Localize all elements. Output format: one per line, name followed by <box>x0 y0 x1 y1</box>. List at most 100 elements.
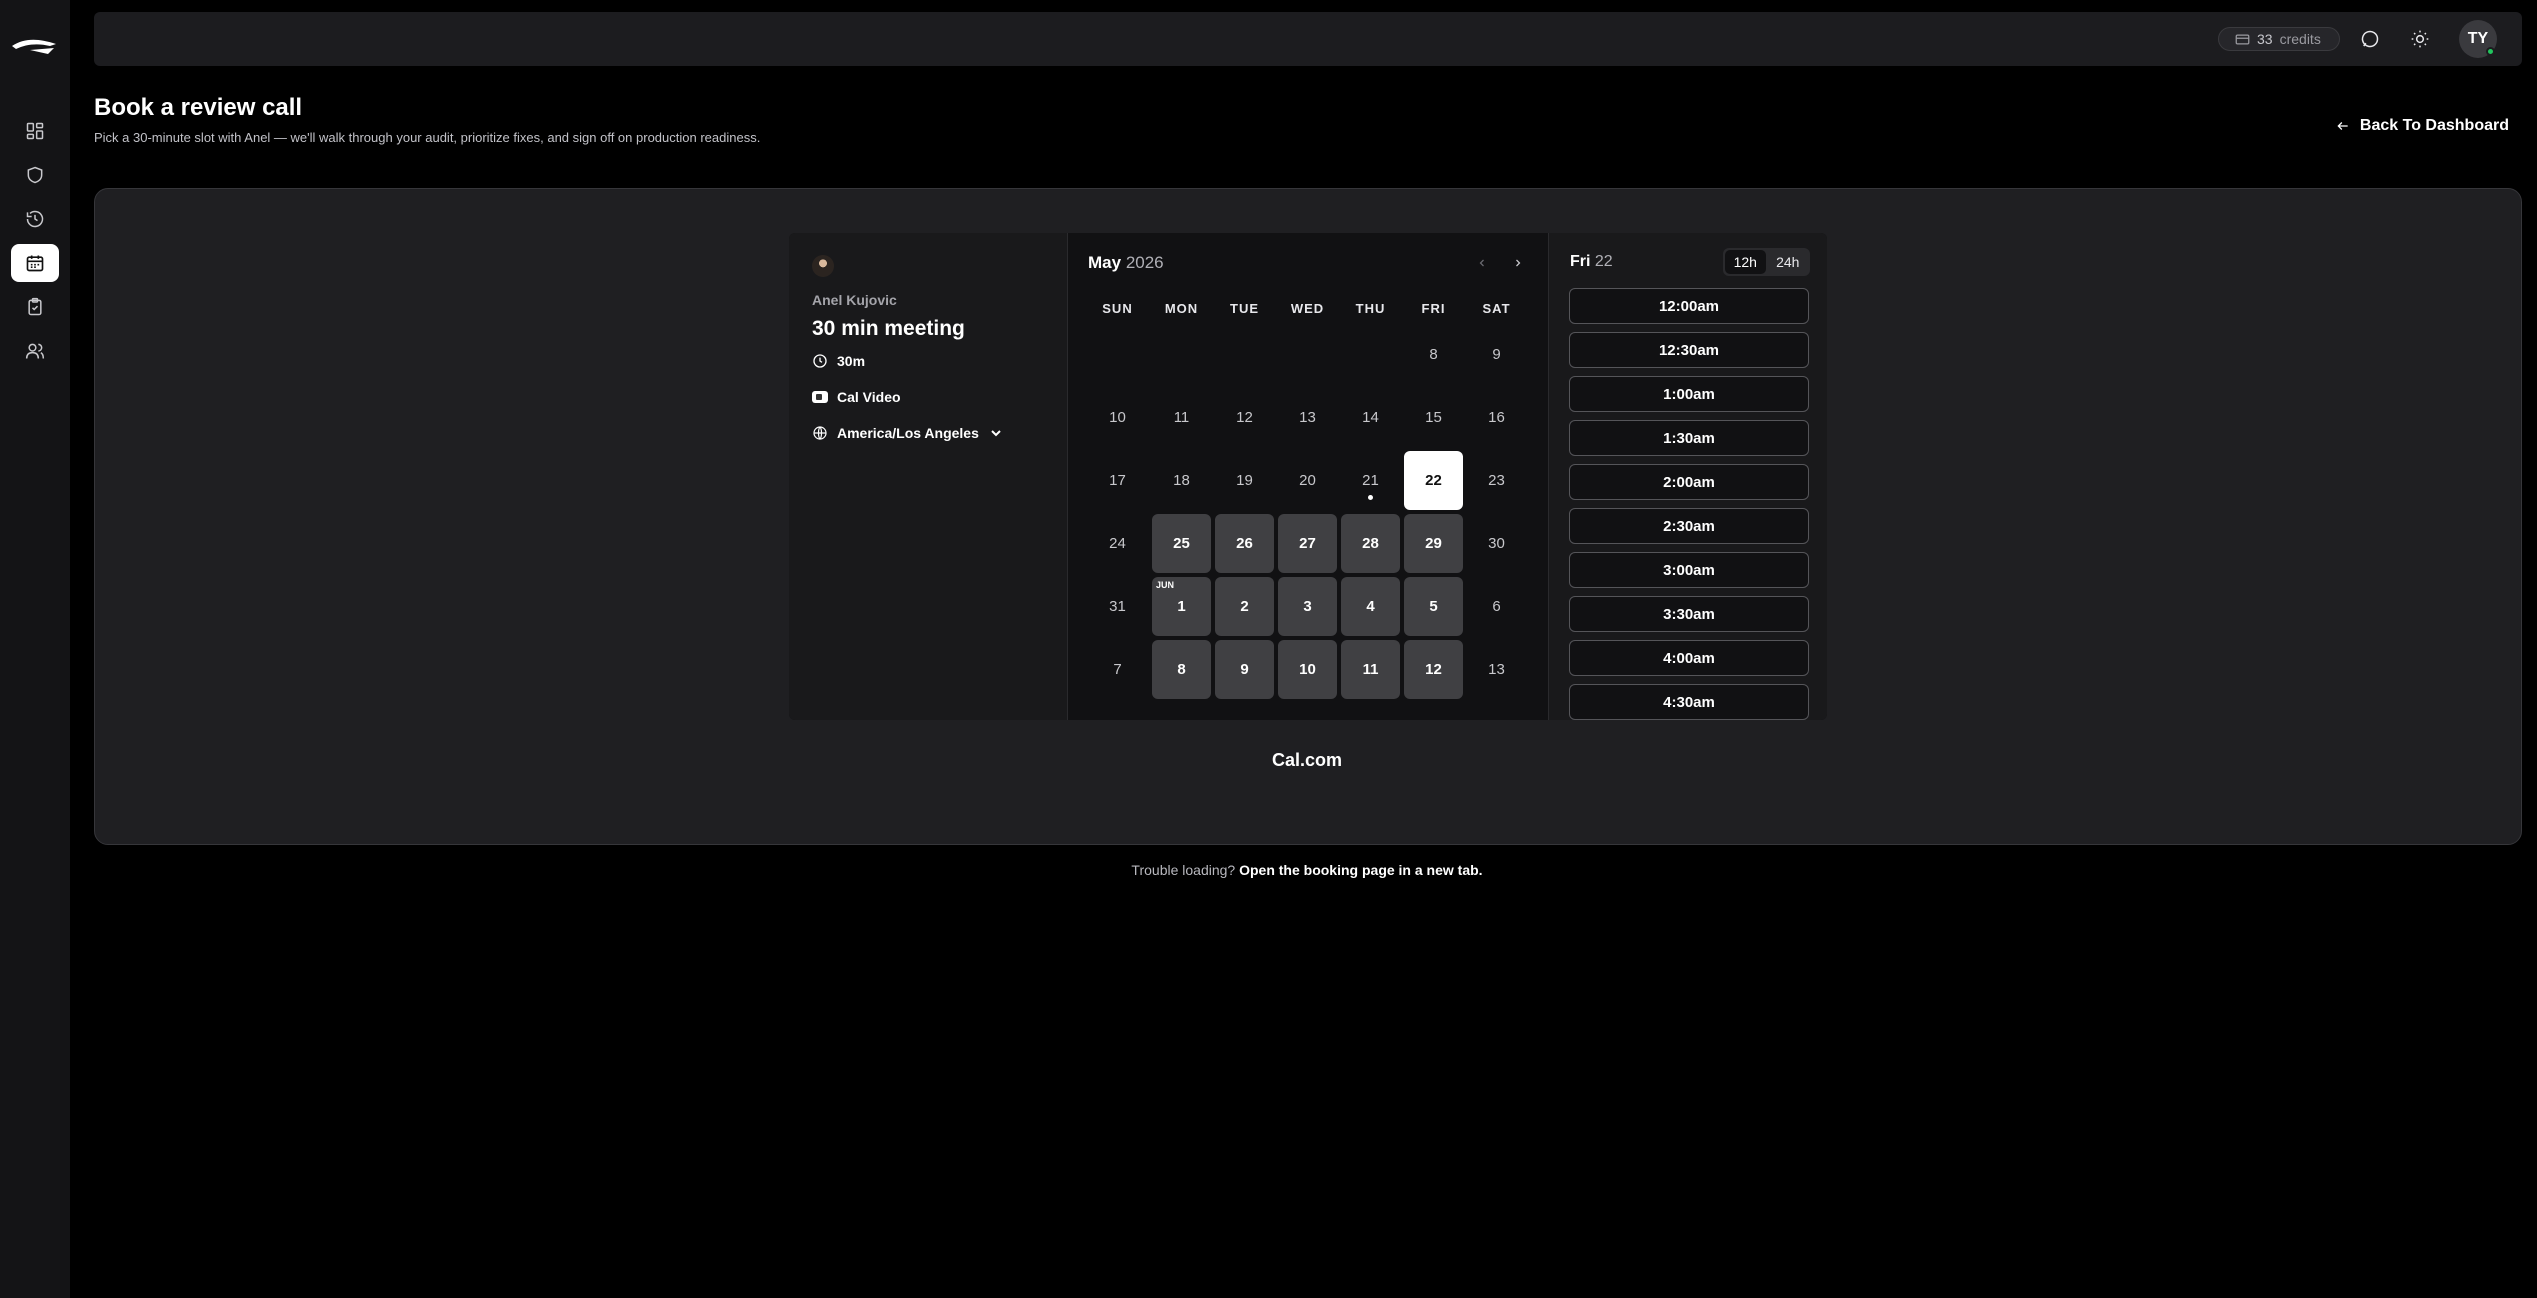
time-format-toggle: 12h 24h <box>1723 248 1810 276</box>
users-icon <box>25 343 45 359</box>
calendar-day: 17 <box>1088 451 1147 510</box>
booker-widget: Anel Kujovic 30 min meeting 30m Cal Vide… <box>789 233 1827 720</box>
chat-button[interactable] <box>2357 26 2383 52</box>
sidebar-item-history[interactable] <box>11 200 59 238</box>
weekday-header: MON <box>1164 301 1199 316</box>
credits-count: 33 <box>2257 31 2273 47</box>
calendar-day-number: 13 <box>1299 409 1316 426</box>
calendar-day-number: 11 <box>1362 661 1379 678</box>
page-title: Book a review call <box>94 94 303 121</box>
time-slot-button[interactable]: 2:30am <box>1569 508 1809 544</box>
calendar-day-number: 9 <box>1240 661 1249 678</box>
sidebar-item-calendar[interactable] <box>11 244 59 282</box>
month-title: May 2026 <box>1088 253 1164 273</box>
sun-icon <box>2411 30 2429 48</box>
selected-day-number: 22 <box>1594 253 1613 270</box>
weekday-header: WED <box>1290 301 1325 316</box>
calendar-day: 30 <box>1467 514 1526 573</box>
calendar-day-number: 2 <box>1240 598 1249 615</box>
time-slot-button[interactable]: 12:00am <box>1569 288 1809 324</box>
calendar-icon <box>26 255 44 272</box>
calendar-day-number: 1 <box>1177 598 1186 615</box>
calendar-day-number: 6 <box>1492 598 1501 615</box>
calendar-pane: May 2026 SUN MON TUE WED THU FRI SAT 8 9 10 11 12 13… <box>1068 233 1548 720</box>
calendar-day[interactable]: 12 <box>1404 640 1463 699</box>
timezone-label: America/Los Angeles <box>837 425 979 441</box>
calendar-day: 11 <box>1152 388 1211 447</box>
calendar-day[interactable]: 5 <box>1404 577 1463 636</box>
app-logo[interactable] <box>10 32 58 60</box>
powered-by-cal[interactable]: Cal.com <box>1207 750 1407 771</box>
calendar-day: 16 <box>1467 388 1526 447</box>
calendar-day-number: 15 <box>1425 409 1442 426</box>
time-slot-button[interactable]: 4:00am <box>1569 640 1809 676</box>
sidebar-item-dashboard[interactable] <box>11 112 59 150</box>
location-label: Cal Video <box>837 389 901 405</box>
history-icon <box>26 210 44 228</box>
weekday-header: SAT <box>1482 301 1511 316</box>
calendar-day-number: 21 <box>1362 472 1379 489</box>
timezone-select[interactable]: America/Los Angeles <box>812 425 1004 441</box>
time-slot-button[interactable]: 4:30am <box>1569 684 1809 720</box>
calendar-day-number: 18 <box>1173 472 1190 489</box>
dashboard-icon <box>26 122 44 140</box>
time-slot-button[interactable]: 3:00am <box>1569 552 1809 588</box>
time-slot-button[interactable]: 1:00am <box>1569 376 1809 412</box>
open-booking-page-link[interactable]: Open the booking page in a new tab. <box>1239 862 1482 878</box>
calendar-day-number: 29 <box>1425 535 1442 552</box>
credits-badge[interactable]: 33 credits <box>2218 27 2340 51</box>
back-link-label: Back To Dashboard <box>2359 117 2509 134</box>
sidebar <box>0 0 70 1298</box>
time-slot-button[interactable]: 2:00am <box>1569 464 1809 500</box>
next-month-button[interactable] <box>1506 251 1530 275</box>
calendar-day: 13 <box>1278 388 1337 447</box>
month-name: May <box>1088 253 1122 272</box>
calendar-day[interactable]: 2 <box>1215 577 1274 636</box>
calendar-day: 31 <box>1088 577 1147 636</box>
chevron-right-icon <box>1516 259 1521 267</box>
credit-card-icon <box>2235 34 2250 44</box>
calendar-day[interactable]: 9 <box>1215 640 1274 699</box>
calendar-day-number: 12 <box>1236 409 1253 426</box>
calendar-day-number: 23 <box>1488 472 1505 489</box>
clock-icon <box>813 354 827 368</box>
calendar-day-number: 7 <box>1113 661 1122 678</box>
calendar-day[interactable]: 26 <box>1215 514 1274 573</box>
credits-label: credits <box>2279 31 2321 47</box>
sidebar-item-checklist[interactable] <box>11 288 59 326</box>
weekday-header: FRI <box>1421 301 1446 316</box>
time-slot-button[interactable]: 3:30am <box>1569 596 1809 632</box>
theme-toggle-button[interactable] <box>2407 26 2433 52</box>
sidebar-item-security[interactable] <box>11 156 59 194</box>
calendar-day[interactable]: 11 <box>1341 640 1400 699</box>
calendar-day[interactable]: 4 <box>1341 577 1400 636</box>
calendar-day-number: 22 <box>1425 472 1442 489</box>
duration-label: 30m <box>837 353 866 369</box>
format-12h-button[interactable]: 12h <box>1725 250 1766 274</box>
back-to-dashboard-link[interactable]: Back To Dashboard <box>2336 117 2509 135</box>
time-slots-pane: Fri 22 12h 24h 12:00am 12:30am 1:00am 1:30a… <box>1548 233 1827 720</box>
arrow-left-icon <box>2337 122 2348 130</box>
calendar-day[interactable]: 28 <box>1341 514 1400 573</box>
calendar-day-number: 5 <box>1429 598 1438 615</box>
format-24h-button[interactable]: 24h <box>1768 250 1809 274</box>
calendar-day[interactable]: 3 <box>1278 577 1337 636</box>
calendar-day-number: 19 <box>1236 472 1253 489</box>
calendar-day-number: 31 <box>1109 598 1126 615</box>
page-subtitle: Pick a 30-minute slot with Anel — we'll … <box>94 130 761 145</box>
calendar-day[interactable]: 10 <box>1278 640 1337 699</box>
top-bar <box>94 12 2522 66</box>
calendar-day-number: 25 <box>1173 535 1190 552</box>
sidebar-item-users[interactable] <box>11 332 59 370</box>
chevron-down-icon <box>991 430 1001 437</box>
prev-month-button[interactable] <box>1470 251 1494 275</box>
calendar-day[interactable]: 1 JUN <box>1152 577 1211 636</box>
time-slot-button[interactable]: 12:30am <box>1569 332 1809 368</box>
calendar-day[interactable]: 25 <box>1152 514 1211 573</box>
weekday-header: TUE <box>1230 301 1259 316</box>
time-slot-button[interactable]: 1:30am <box>1569 420 1809 456</box>
calendar-day[interactable]: 8 <box>1152 640 1211 699</box>
calendar-day[interactable]: 27 <box>1278 514 1337 573</box>
calendar-day-selected[interactable]: 22 <box>1404 451 1463 510</box>
calendar-day[interactable]: 29 <box>1404 514 1463 573</box>
